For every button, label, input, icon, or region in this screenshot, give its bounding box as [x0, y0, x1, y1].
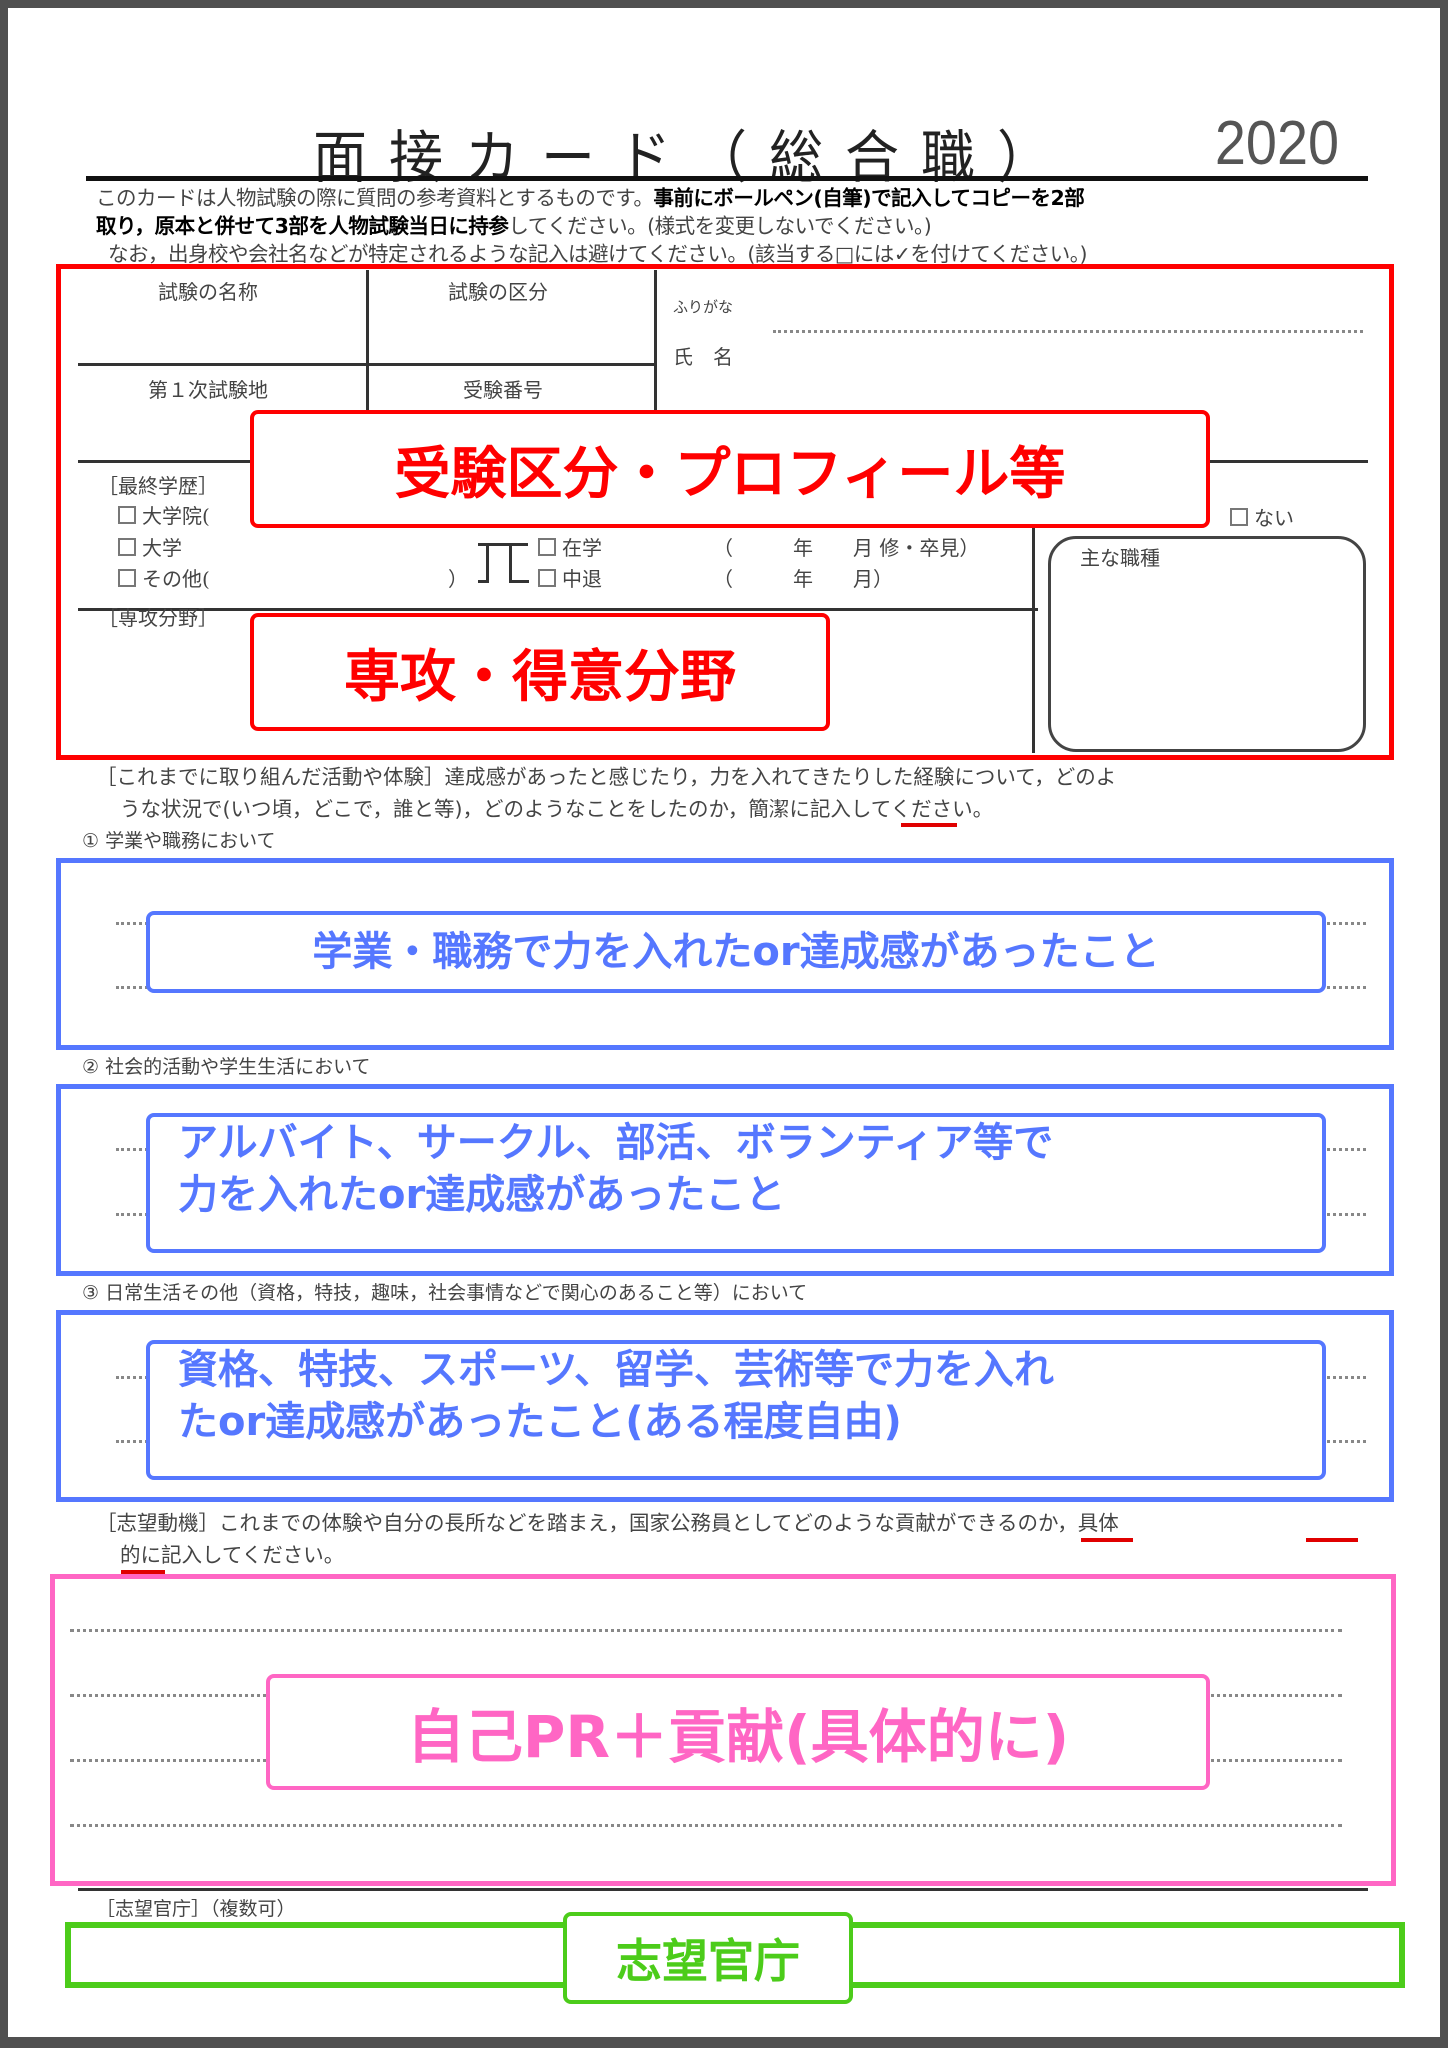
emphasis-contribution: 貢献 — [894, 1511, 936, 1535]
intro-text: このカードは人物試験の際に質問の参考資料とするものです。事前にボールペン(自筆)… — [96, 184, 1376, 268]
title-rule — [86, 176, 1368, 181]
ministries-label: ［志望官庁］（複数可） — [96, 1898, 296, 1920]
writing-line — [70, 1629, 1342, 1632]
emphasis-underline — [901, 823, 957, 827]
section2-annotation-line1: アルバイト、サークル、部活、ボランティア等で — [178, 1120, 1054, 1166]
section-rule — [78, 1888, 1368, 1891]
ministries-annotation: 志望官庁 — [563, 1912, 853, 2004]
profile-annotation: 受験区分・プロフィール等 — [250, 410, 1210, 528]
motivation-line1: ［志望動機］これまでの体験や自分の長所などを踏まえ，国家公務員としてどのような貢… — [96, 1511, 1119, 1535]
major-annotation: 専攻・得意分野 — [250, 613, 830, 731]
emphasis-underline — [1306, 1538, 1358, 1542]
section1-label: ① 学業や職務において — [82, 830, 276, 852]
intro-line2: してください。(様式を変更しないでください。) — [508, 214, 932, 238]
page-title: 面接カード（総合職） — [313, 124, 1073, 191]
section3-annotation-line2: たor達成感があったこと(ある程度自由) — [178, 1399, 902, 1445]
emphasis-underline — [1081, 1538, 1133, 1542]
section2-label: ② 社会的活動や学生生活において — [82, 1056, 371, 1078]
activities-intro-line2: うな状況で(いつ頃，どこで，誰と等)，どのようなことをしたのか，簡潔に記入してく… — [120, 797, 994, 821]
section2-annotation-line2: 力を入れたor達成感があったこと — [178, 1172, 786, 1218]
intro-line2-bold: 取り，原本と併せて3部を人物試験当日に持参 — [96, 214, 509, 238]
writing-line — [70, 1824, 1342, 1827]
section2-annotation: アルバイト、サークル、部活、ボランティア等で 力を入れたor達成感があったこと — [146, 1113, 1326, 1253]
emphasis-concise: 簡潔に — [748, 797, 810, 821]
intro-line1: このカードは人物試験の際に質問の参考資料とするものです。 — [96, 186, 654, 210]
interview-card-page: 面接カード（総合職） 2020 このカードは人物試験の際に質問の参考資料とするも… — [8, 8, 1440, 2037]
section3-annotation: 資格、特技、スポーツ、留学、芸術等で力を入れ たor達成感があったこと(ある程度… — [146, 1340, 1326, 1480]
intro-line1-bold: 事前にボールペン(自筆)で記入してコピーを2部 — [653, 186, 1085, 210]
motivation-annotation: 自己PR＋貢献(具体的に) — [266, 1674, 1210, 1790]
section3-annotation-line1: 資格、特技、スポーツ、留学、芸術等で力を入れ — [178, 1347, 1054, 1393]
page-year: 2020 — [1214, 109, 1340, 178]
emphasis-specific: 具体 — [1077, 1511, 1119, 1535]
emphasis-specific-cont: 的に — [120, 1543, 161, 1567]
motivation-line2: 的に記入してください。 — [120, 1543, 345, 1567]
section1-annotation: 学業・職務で力を入れたor達成感があったこと — [146, 911, 1326, 993]
section3-label: ③ 日常生活その他（資格，特技，趣味，社会事情などで関心のあること等）において — [82, 1282, 808, 1304]
activities-intro-line1: ［これまでに取り組んだ活動や体験］達成感があったと感じたり，力を入れてきたりした… — [96, 765, 1117, 789]
